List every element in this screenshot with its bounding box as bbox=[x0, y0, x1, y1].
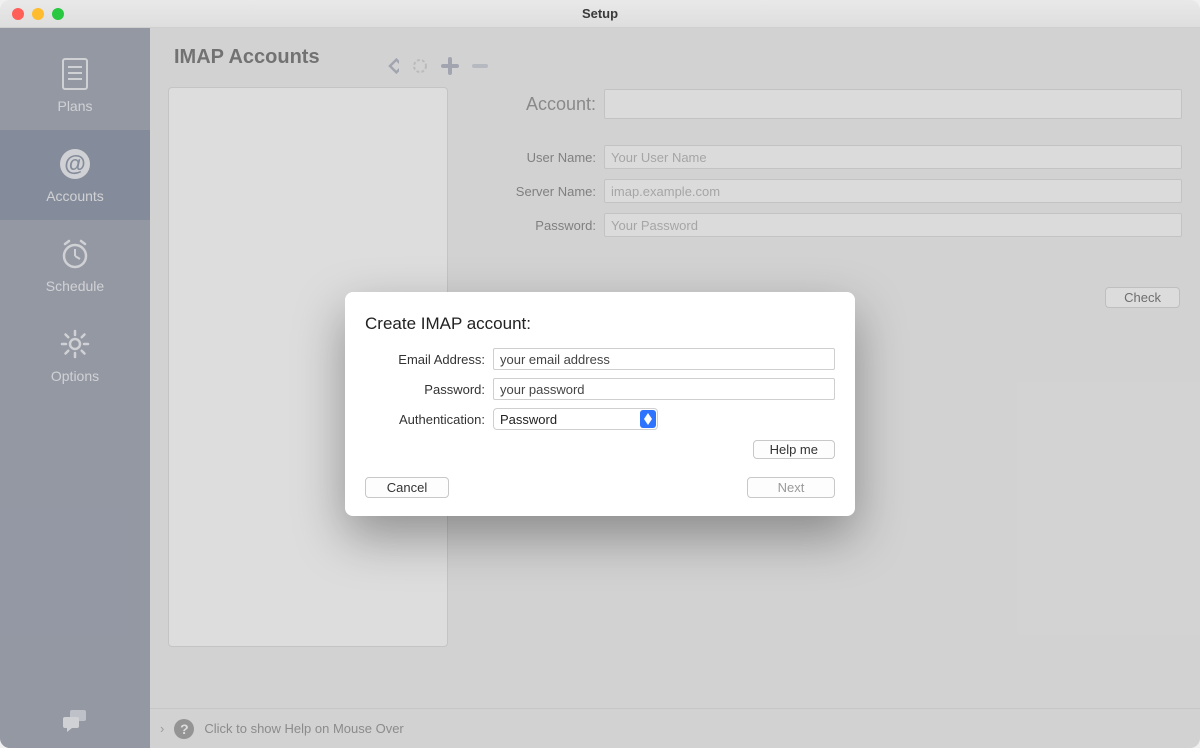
auth-label: Authentication: bbox=[365, 412, 485, 427]
email-input[interactable] bbox=[493, 348, 835, 370]
window-title: Setup bbox=[0, 6, 1200, 21]
auth-select[interactable]: Password bbox=[493, 408, 658, 430]
modal-overlay: Create IMAP account: Email Address: Pass… bbox=[0, 28, 1200, 748]
app-window: Setup Plans @ Accounts Schedule bbox=[0, 0, 1200, 748]
next-button[interactable]: Next bbox=[747, 477, 835, 498]
sheet-password-input[interactable] bbox=[493, 378, 835, 400]
cancel-button[interactable]: Cancel bbox=[365, 477, 449, 498]
sheet-title: Create IMAP account: bbox=[365, 314, 835, 334]
sheet-password-label: Password: bbox=[365, 382, 485, 397]
select-stepper-icon bbox=[640, 410, 656, 428]
email-label: Email Address: bbox=[365, 352, 485, 367]
auth-select-value: Password bbox=[500, 412, 557, 427]
help-me-button[interactable]: Help me bbox=[753, 440, 835, 459]
titlebar: Setup bbox=[0, 0, 1200, 28]
create-account-sheet: Create IMAP account: Email Address: Pass… bbox=[345, 292, 855, 516]
